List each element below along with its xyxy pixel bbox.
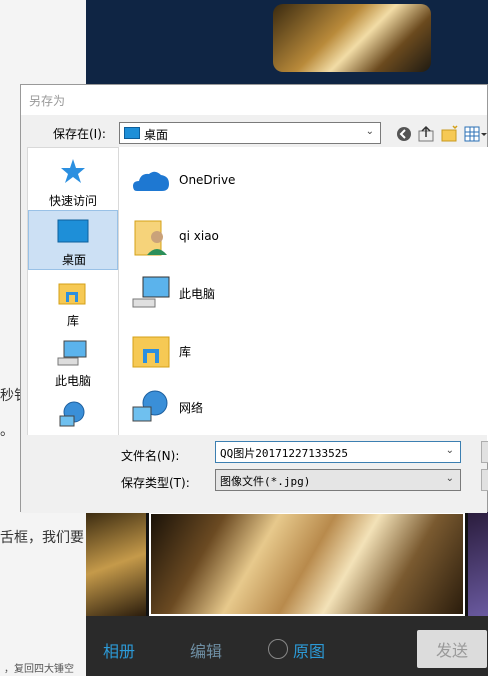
save-in-label: 保存在(I): xyxy=(53,127,106,141)
preview-photo xyxy=(273,4,431,72)
edit-button[interactable]: 编辑 xyxy=(190,638,222,662)
network-icon xyxy=(132,390,168,422)
nav-label: 桌面 xyxy=(61,253,86,267)
list-item-this-pc[interactable]: 此电脑 xyxy=(119,269,488,319)
library-icon xyxy=(58,283,86,305)
list-item-library[interactable]: 库 xyxy=(119,327,488,377)
item-label: 网络 xyxy=(179,401,204,415)
cancel-button[interactable] xyxy=(481,469,488,491)
save-as-dialog: 另存为 保存在(I): 桌面 ⌄ 快速访问 桌面 库 此电脑 OneDrive … xyxy=(20,84,488,513)
chevron-down-icon: ⌄ xyxy=(445,445,454,456)
network-icon xyxy=(59,401,85,427)
file-list: OneDrive qi xiao 此电脑 库 网络 xyxy=(119,147,488,447)
nav-item-quick-access[interactable]: 快速访问 xyxy=(28,152,118,212)
filetype-value: 图像文件(*.jpg) xyxy=(220,475,311,488)
original-radio[interactable] xyxy=(268,639,288,659)
list-item-network[interactable]: 网络 xyxy=(119,383,488,433)
file-fields: 文件名(N): QQ图片20171227133525 ⌄ 保存类型(T): 图像… xyxy=(21,435,488,513)
nav-label: 库 xyxy=(66,314,79,328)
photo-thumbnail[interactable] xyxy=(468,512,488,616)
item-label: qi xiao xyxy=(179,229,219,243)
background-text: 。 xyxy=(0,423,14,439)
original-label[interactable]: 原图 xyxy=(293,638,325,662)
list-item-user-folder[interactable]: qi xiao xyxy=(119,213,488,263)
up-folder-icon[interactable] xyxy=(417,125,435,143)
chevron-down-icon: ⌄ xyxy=(445,473,454,484)
nav-item-library[interactable]: 库 xyxy=(28,272,118,332)
dialog-titlebar: 另存为 xyxy=(21,85,487,115)
view-menu-icon[interactable] xyxy=(464,125,488,143)
filename-value: QQ图片20171227133525 xyxy=(220,447,348,460)
user-folder-icon xyxy=(134,220,167,256)
new-folder-icon[interactable] xyxy=(441,125,459,143)
filename-label: 文件名(N): xyxy=(121,449,180,463)
save-button[interactable] xyxy=(481,441,488,463)
dialog-title: 另存为 xyxy=(29,94,66,108)
save-in-combobox[interactable]: 桌面 ⌄ xyxy=(119,122,381,144)
filetype-select[interactable]: 图像文件(*.jpg) ⌄ xyxy=(215,469,461,491)
nav-item-this-pc[interactable]: 此电脑 xyxy=(28,332,118,392)
photo-thumbnail-selected[interactable] xyxy=(149,512,465,616)
back-icon[interactable] xyxy=(395,125,413,143)
background-footer-text: ，复回四大锤空 xyxy=(4,664,74,675)
item-label: 此电脑 xyxy=(179,287,216,301)
item-label: OneDrive xyxy=(179,173,236,187)
filetype-label: 保存类型(T): xyxy=(121,476,190,490)
chevron-down-icon: ⌄ xyxy=(365,126,374,137)
star-icon xyxy=(61,159,85,183)
photo-thumbnail[interactable] xyxy=(86,512,146,616)
navigation-pane: 快速访问 桌面 库 此电脑 网络 xyxy=(27,147,119,450)
save-in-value: 桌面 xyxy=(144,128,169,142)
nav-item-desktop[interactable]: 桌面 xyxy=(28,210,118,270)
desktop-icon xyxy=(124,127,140,139)
send-button[interactable]: 发送 xyxy=(417,630,487,668)
filename-input[interactable]: QQ图片20171227133525 ⌄ xyxy=(215,441,461,463)
list-item-onedrive[interactable]: OneDrive xyxy=(119,157,488,207)
computer-icon xyxy=(132,276,170,308)
album-button[interactable]: 相册 xyxy=(103,638,135,662)
background-text: 舌框，我们要 xyxy=(0,530,84,546)
nav-label: 快速访问 xyxy=(48,194,97,208)
onedrive-icon xyxy=(133,171,169,191)
library-icon xyxy=(132,336,170,368)
desktop-icon xyxy=(57,219,89,243)
computer-icon xyxy=(57,340,87,366)
nav-label: 此电脑 xyxy=(54,374,91,388)
item-label: 库 xyxy=(179,345,192,359)
